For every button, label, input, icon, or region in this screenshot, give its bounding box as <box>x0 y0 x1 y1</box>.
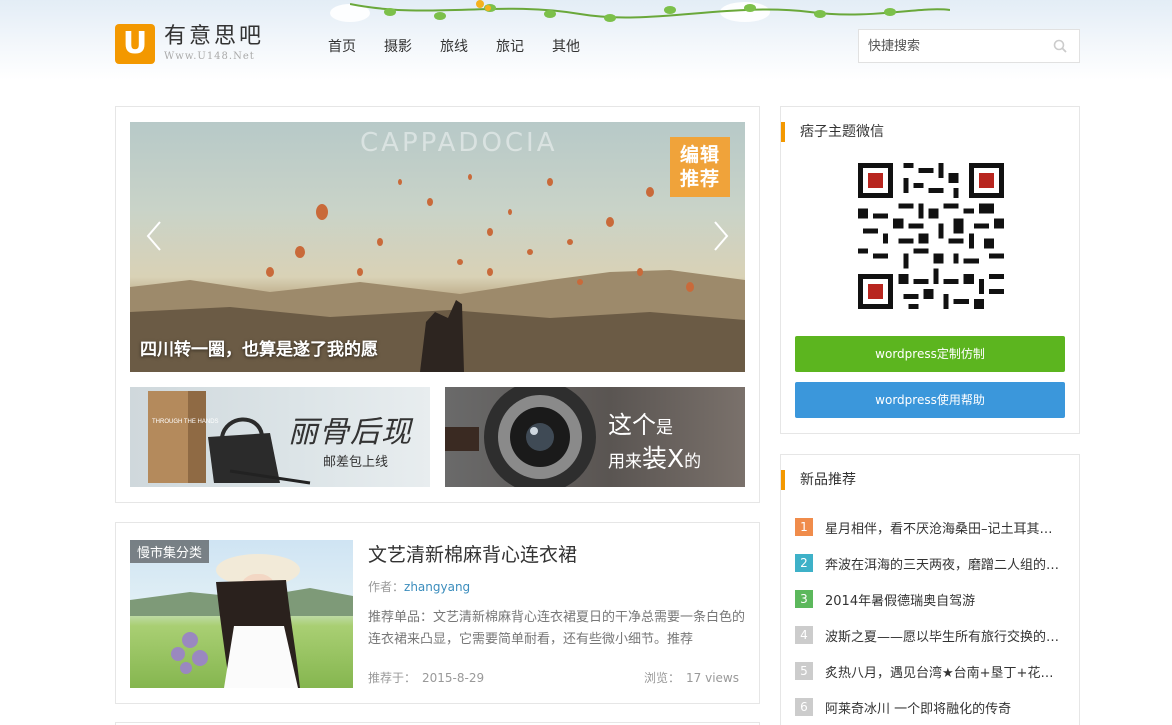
featured-slider[interactable]: CAPPADOCIA 编辑 推荐 四川转一圈，也算是遂了我的愿 <box>130 122 745 372</box>
rank-number: 2 <box>795 554 813 572</box>
views-label: 浏览： <box>644 671 681 685</box>
slider-caption[interactable]: 四川转一圈，也算是遂了我的愿 <box>140 335 378 360</box>
nav-other[interactable]: 其他 <box>538 36 594 56</box>
list-item-title[interactable]: 星月相伴，看不厌沧海桑田–记土耳其… <box>825 518 1065 537</box>
promo-title: 丽骨后现 <box>288 415 412 450</box>
list-item-title[interactable]: 奔波在洱海的三天两夜，磨蹭二人组的… <box>825 554 1065 573</box>
logo-icon: U <box>115 24 155 64</box>
list-item[interactable]: 2 奔波在洱海的三天两夜，磨蹭二人组的… <box>795 545 1067 581</box>
main-nav: 首页 摄影 旅线 旅记 其他 <box>314 36 594 56</box>
featured-slider-panel: CAPPADOCIA 编辑 推荐 四川转一圈，也算是遂了我的愿 THROUGH … <box>115 106 760 503</box>
search-box <box>858 29 1080 63</box>
promo-thumb-lens[interactable]: 这个是 用来装X的 <box>445 387 745 487</box>
chevron-left-icon[interactable] <box>142 218 166 254</box>
promo-line2-b: 装X <box>642 444 685 473</box>
site-logo[interactable]: U 有意思吧 Www.U148.Net <box>115 24 264 64</box>
badge-line2: 推荐 <box>679 168 720 190</box>
author-label: 作者： <box>368 580 405 594</box>
post-title[interactable]: 文艺清新棉麻背心连衣裙 <box>368 540 577 567</box>
promo-line1: 这个是 <box>608 405 673 440</box>
editor-pick-badge: 编辑 推荐 <box>670 137 730 197</box>
nav-travelogue[interactable]: 旅记 <box>482 36 538 56</box>
rank-number: 3 <box>795 590 813 608</box>
views-value: 17 views <box>686 671 739 685</box>
date-label: 推荐于： <box>368 671 417 685</box>
new-recommend-widget: 新品推荐 1 星月相伴，看不厌沧海桑田–记土耳其… 2 奔波在洱海的三天两夜，磨蹭二人… <box>780 454 1080 725</box>
promo-line2: 用来装X的 <box>608 439 701 475</box>
wechat-widget: 痞子主题微信 wordpress定制仿制 wordpress使用帮助 <box>780 106 1080 434</box>
promo-line1-small: 是 <box>656 418 673 438</box>
list-item[interactable]: 1 星月相伴，看不厌沧海桑田–记土耳其… <box>795 509 1067 545</box>
list-item[interactable]: 3 2014年暑假德瑞奥自驾游 <box>795 581 1067 617</box>
box-text: THROUGH THE HANDS <box>152 419 219 425</box>
rank-number: 4 <box>795 626 813 644</box>
rank-number: 5 <box>795 662 813 680</box>
rank-number: 6 <box>795 698 813 716</box>
post-thumbnail[interactable]: 慢市集分类 <box>130 540 353 688</box>
post-author: 作者：zhangyang <box>368 578 470 595</box>
promo-subtitle: 邮差包上线 <box>323 455 389 470</box>
promo-thumb-mailbag[interactable]: THROUGH THE HANDS 丽骨后现 邮差包上线 <box>130 387 430 487</box>
search-icon[interactable] <box>1053 39 1067 53</box>
list-item-title[interactable]: 2014年暑假德瑞奥自驾游 <box>825 590 1065 609</box>
slider-watermark: CAPPADOCIA <box>360 128 558 158</box>
wordpress-help-button[interactable]: wordpress使用帮助 <box>795 382 1065 418</box>
post-card: 慢市集分类 文艺清新棉麻背心连衣裙 作者：zhangyang 推荐单品：文艺清新… <box>115 522 760 704</box>
nav-routes[interactable]: 旅线 <box>426 36 482 56</box>
date-value: 2015-8-29 <box>422 671 485 685</box>
post-date: 推荐于： 2015-8-29 <box>368 669 484 686</box>
widget-title: 新品推荐 <box>781 470 856 490</box>
post-category-badge[interactable]: 慢市集分类 <box>130 540 210 563</box>
site-url: Www.U148.Net <box>164 51 255 62</box>
recommend-list: 1 星月相伴，看不厌沧海桑田–记土耳其… 2 奔波在洱海的三天两夜，磨蹭二人组的… 3 2… <box>795 509 1067 725</box>
list-item[interactable]: 6 阿莱奇冰川 一个即将融化的传奇 <box>795 689 1067 725</box>
nav-home[interactable]: 首页 <box>314 36 370 56</box>
vine-decoration <box>350 0 950 22</box>
promo-line2-a: 用来 <box>608 452 642 472</box>
list-item[interactable]: 5 炙热八月，遇见台湾★台南+垦丁+花东… <box>795 653 1067 689</box>
post-excerpt: 推荐单品：文艺清新棉麻背心连衣裙夏日的干净总需要一条白色的连衣裙来凸显，它需要简… <box>368 610 746 647</box>
search-input[interactable] <box>859 30 1049 62</box>
list-item-title[interactable]: 炙热八月，遇见台湾★台南+垦丁+花东… <box>825 662 1065 681</box>
list-item-title[interactable]: 波斯之夏——愿以毕生所有旅行交换的… <box>825 626 1065 645</box>
post-views: 浏览： 17 views <box>644 669 739 686</box>
badge-line1: 编辑 <box>679 144 720 166</box>
promo-line1-main: 这个 <box>608 411 656 439</box>
author-link[interactable]: zhangyang <box>404 580 470 594</box>
wordpress-custom-button[interactable]: wordpress定制仿制 <box>795 336 1065 372</box>
list-item-title[interactable]: 阿莱奇冰川 一个即将融化的传奇 <box>825 698 1065 717</box>
chevron-right-icon[interactable] <box>709 218 733 254</box>
widget-title: 痞子主题微信 <box>781 122 884 142</box>
nav-photography[interactable]: 摄影 <box>370 36 426 56</box>
qr-code-icon <box>858 163 1004 309</box>
rank-number: 1 <box>795 518 813 536</box>
list-item[interactable]: 4 波斯之夏——愿以毕生所有旅行交换的… <box>795 617 1067 653</box>
site-name: 有意思吧 <box>164 24 265 49</box>
promo-line2-c: 的 <box>684 452 702 472</box>
